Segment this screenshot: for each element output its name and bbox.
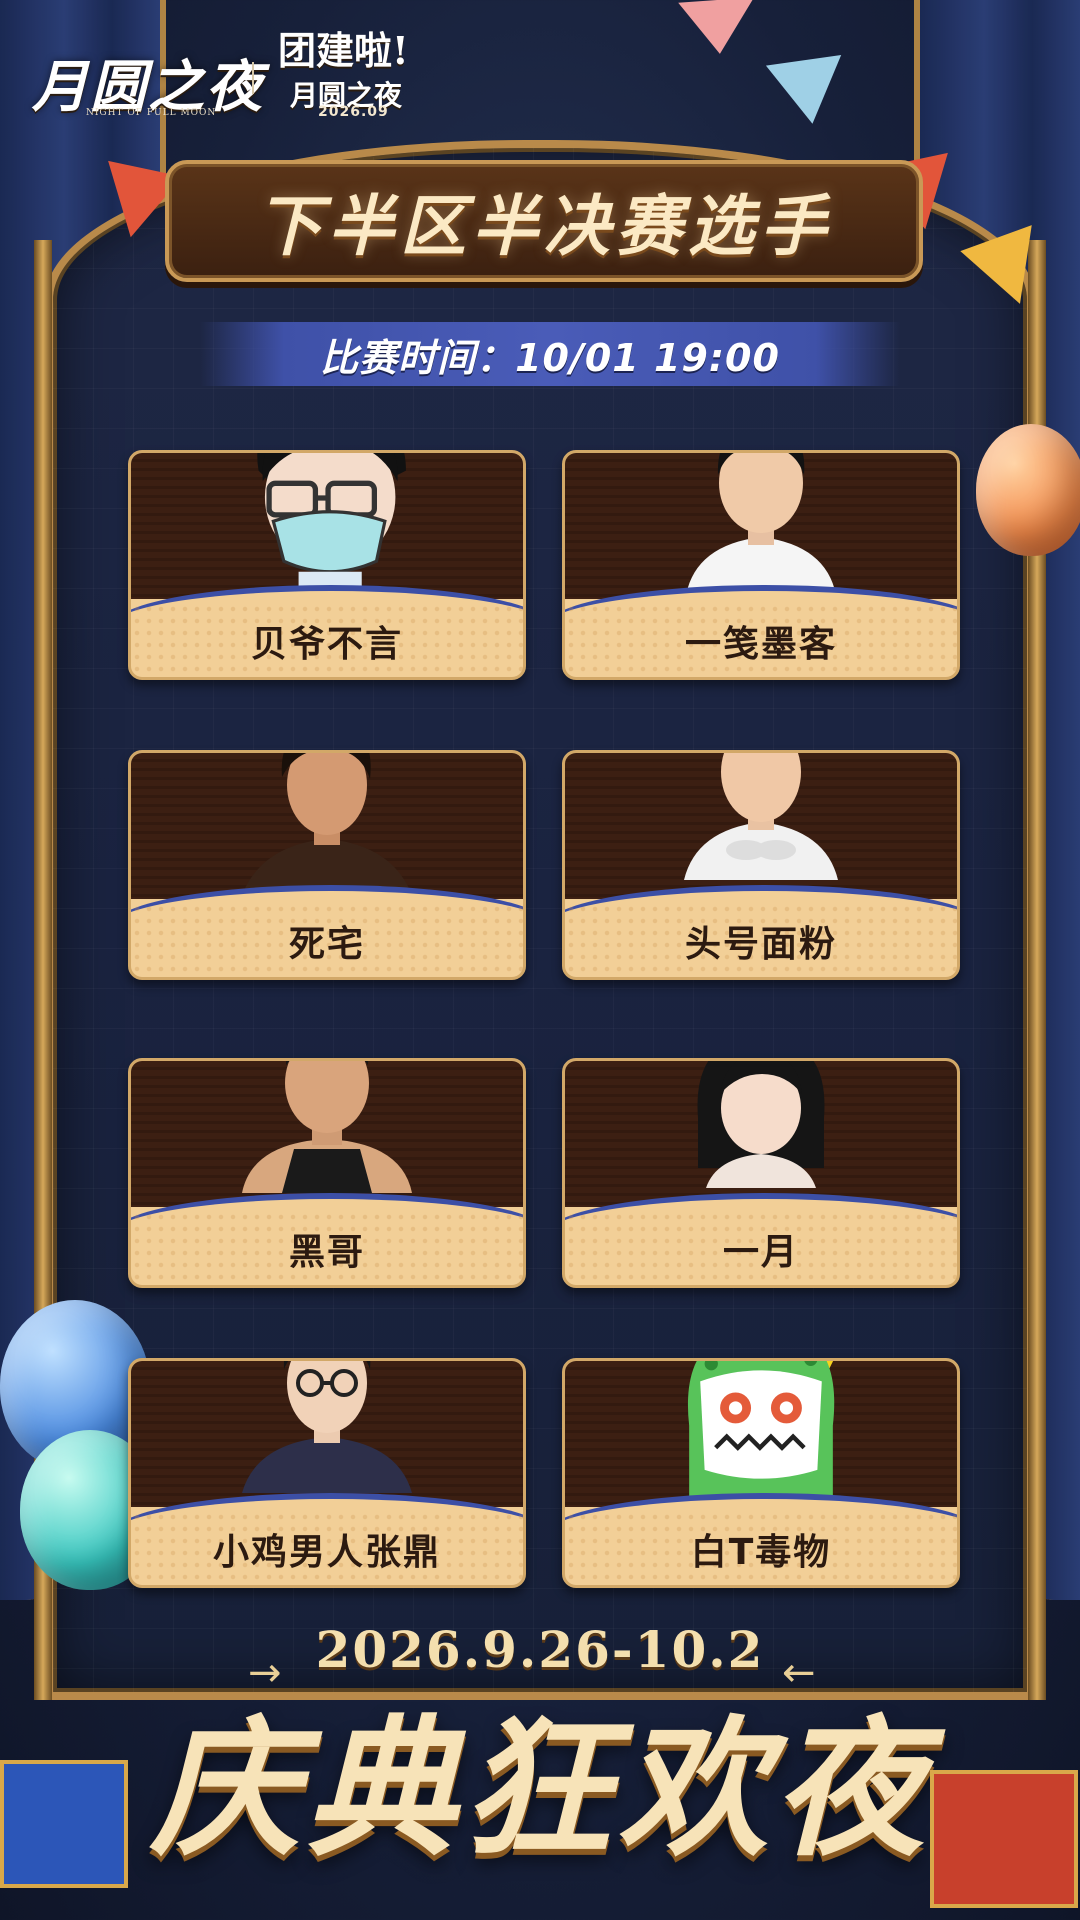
logo-divider [252,62,254,94]
photo-avatar-icon [684,753,838,880]
player-card: 白T毒物 [562,1358,960,1588]
player-card: 一笺墨客 [562,450,960,680]
event-logo-date: 2026.09 [318,104,389,120]
match-time-ribbon: 比赛时间：10/01 19:00 [200,322,900,386]
player-card: 一月 [562,1058,960,1288]
player-card: 头号面粉 [562,750,960,980]
player-name: 小鸡男人张鼎 [212,1532,441,1573]
cartoon-green-dinosaur-avatar-icon [688,1361,835,1503]
player-name: 黑哥 [288,1232,365,1273]
player-name: 死宅 [288,924,365,965]
player-name: 一笺墨客 [684,624,837,665]
bunting-flag [765,55,851,129]
photo-avatar-icon [242,1061,412,1193]
photo-avatar-icon [242,1361,412,1493]
cartoon-glasses-mask-avatar-icon [257,453,406,597]
photo-avatar-icon [697,1061,825,1188]
page-title: 下半区半决赛选手 [256,187,832,265]
bunting-flag [678,0,758,57]
player-card: 贝爷不言 [128,450,526,680]
title-banner: 下半区半决赛选手 [165,160,923,282]
photo-avatar-icon [686,453,836,595]
player-name: 贝爷不言 [250,624,403,665]
match-time: 比赛时间：10/01 19:00 [320,335,780,380]
player-card: 死宅 [128,750,526,980]
gift-box-icon [0,1760,128,1888]
player-name: 一月 [722,1232,799,1273]
photo-avatar-icon [242,753,412,895]
player-card: 黑哥 [128,1058,526,1288]
brand-logo-subtitle: NIGHT OF FULL MOON [86,108,217,118]
player-card: 小鸡男人张鼎 [128,1358,526,1588]
player-name: 头号面粉 [684,924,837,965]
orange-balloon [976,424,1080,556]
event-slogan: 庆典狂欢夜 [149,1701,930,1877]
gift-box-icon [930,1770,1078,1908]
event-logo-line1: 团建啦! [278,28,409,73]
player-name: 白T毒物 [690,1532,832,1573]
